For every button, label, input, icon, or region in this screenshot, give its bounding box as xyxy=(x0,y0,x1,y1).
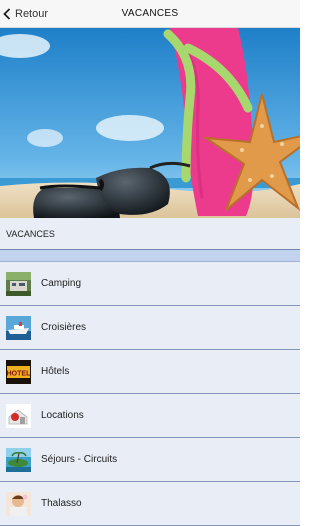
list-item-label: Séjours - Circuits xyxy=(41,454,118,465)
section-divider xyxy=(0,250,300,262)
category-list: Camping Croisières HOTEL Hôtels Location… xyxy=(0,262,300,526)
camping-icon xyxy=(6,271,31,296)
list-item-label: Locations xyxy=(41,410,84,421)
section-title: VACANCES xyxy=(6,228,55,239)
list-item-camping[interactable]: Camping xyxy=(0,262,300,306)
cruise-ship-icon xyxy=(6,315,31,340)
spa-icon xyxy=(6,491,31,516)
hero-banner-image xyxy=(0,28,300,218)
navigation-bar: Retour VACANCES xyxy=(0,0,300,28)
chevron-left-icon xyxy=(3,8,11,20)
island-icon xyxy=(6,447,31,472)
hotel-sign-icon: HOTEL xyxy=(6,359,31,384)
list-item-label: Croisières xyxy=(41,322,87,333)
list-item-croisieres[interactable]: Croisières xyxy=(0,306,300,350)
list-item-hotels[interactable]: HOTEL Hôtels xyxy=(0,350,300,394)
svg-text:HOTEL: HOTEL xyxy=(7,370,31,377)
list-item-label: Hôtels xyxy=(41,366,70,377)
back-button-label: Retour xyxy=(15,8,49,20)
list-item-sejours-circuits[interactable]: Séjours - Circuits xyxy=(0,438,300,482)
rental-icon xyxy=(6,403,31,428)
list-item-locations[interactable]: Locations xyxy=(0,394,300,438)
list-item-label: Camping xyxy=(41,278,82,289)
back-button[interactable]: Retour xyxy=(3,0,48,28)
list-item-thalasso[interactable]: Thalasso xyxy=(0,482,300,526)
section-header: VACANCES xyxy=(0,218,300,250)
list-item-label: Thalasso xyxy=(41,498,82,509)
